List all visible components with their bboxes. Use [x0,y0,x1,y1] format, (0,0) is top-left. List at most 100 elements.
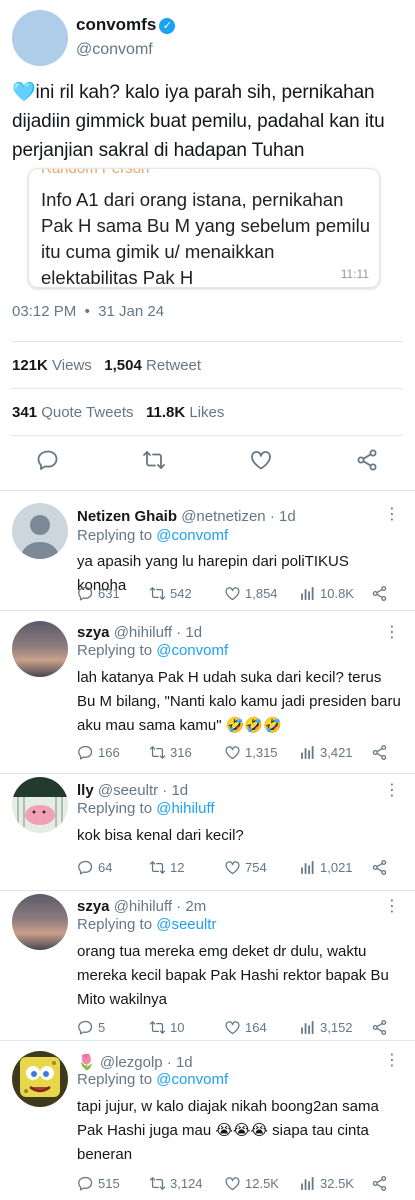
avatar[interactable] [12,621,68,677]
avatar[interactable] [12,1051,68,1107]
replying-to-label: Replying to [77,642,153,659]
reply-button[interactable]: 631 [77,582,120,604]
share-button[interactable] [371,1172,392,1194]
tweet-time: 03:12 PM [12,303,77,320]
quote-label[interactable]: Quote Tweets [41,404,133,421]
more-options-icon[interactable]: ⋮ [384,782,400,800]
reply-button[interactable]: 515 [77,1172,120,1194]
views-button[interactable]: 3,152 [299,1016,353,1038]
reply-tweet[interactable]: Netizen Ghaib @netnetizen · 1d ⋮ Replyin… [0,490,415,610]
reply-separator: · [166,1054,172,1071]
like-button[interactable]: 12.5K [224,1172,279,1194]
more-options-icon[interactable]: ⋮ [384,1052,400,1070]
reply-name[interactable]: szya [77,624,110,641]
avatar[interactable] [12,503,68,559]
replying-to-label: Replying to [77,527,153,544]
reply-name[interactable]: lly [77,782,94,799]
avatar[interactable] [12,777,68,833]
views-icon [301,1020,314,1034]
like-button[interactable]: 754 [224,856,267,878]
retweet-button[interactable]: 10 [149,1016,184,1038]
more-options-icon[interactable]: ⋮ [384,624,400,642]
more-options-icon[interactable]: ⋮ [384,506,400,524]
reply-action-bar: 631 542 1,854 10.8K [77,582,407,604]
retweet-count: 542 [170,585,192,601]
replying-to-link[interactable]: @seeultr [156,916,216,933]
like-button[interactable]: 1,315 [224,741,278,763]
reply-separator: · [176,624,182,641]
retweet-label[interactable]: Retweet [146,357,201,374]
quoted-chat-image[interactable]: Random Person Info A1 dari orang istana,… [28,168,380,288]
like-button[interactable]: 1,854 [224,582,278,604]
replying-to-link[interactable]: @convomf [156,1071,228,1088]
views-button[interactable]: 1,021 [299,856,353,878]
reply-handle[interactable]: @netnetizen [181,508,265,525]
retweet-count: 316 [170,744,192,760]
share-icon[interactable] [352,445,382,475]
retweet-button[interactable]: 12 [149,856,184,878]
views-button[interactable]: 10.8K [299,582,354,604]
avatar[interactable] [12,894,68,950]
reply-count: 631 [98,585,120,601]
reply-header: lly @seeultr · 1d [77,782,188,799]
reply-handle[interactable]: @seeultr [98,782,158,799]
share-button[interactable] [371,856,392,878]
likes-label[interactable]: Likes [189,404,224,421]
like-icon [225,1020,240,1034]
share-button[interactable] [371,1016,392,1038]
share-button[interactable] [371,582,392,604]
reply-icon[interactable] [33,445,63,475]
reply-count: 166 [98,744,120,760]
reply-name[interactable]: Netizen Ghaib [77,508,177,525]
reply-tweet[interactable]: szya @hihiluff · 2m ⋮ Replying to @seeul… [0,890,415,1040]
more-options-icon[interactable]: ⋮ [384,898,400,916]
reply-tweet[interactable]: 🌷 @lezgolp · 1d ⋮ Replying to @convomf t… [0,1040,415,1200]
retweet-button[interactable]: 316 [149,741,192,763]
avatar[interactable] [12,10,68,66]
reply-name[interactable]: 🌷 [77,1054,96,1071]
reply-button[interactable]: 166 [77,741,120,763]
share-icon [372,1019,387,1035]
reply-button[interactable]: 5 [77,1016,105,1038]
retweet-icon [149,1176,166,1190]
retweet-button[interactable]: 542 [149,582,192,604]
like-count: 164 [245,1019,267,1035]
retweet-icon [149,860,166,874]
reply-action-bar: 64 12 754 1,021 [77,856,407,878]
retweet-button[interactable]: 3,124 [149,1172,203,1194]
share-button[interactable] [371,741,392,763]
tweet-timestamp: 03:12 PM • 31 Jan 24 [12,303,164,320]
retweet-count: 10 [170,1019,185,1035]
reply-handle[interactable]: @hihiluff [114,624,172,641]
reply-age: 1d [175,1054,193,1071]
likes-count[interactable]: 11.8K [146,404,185,421]
replying-to: Replying to @convomf [77,642,228,659]
quote-count[interactable]: 341 [12,404,37,421]
views-button[interactable]: 3,421 [299,741,353,763]
display-name[interactable]: convomfs ✓ [76,15,176,35]
views-icon [301,745,314,759]
reply-name[interactable]: szya [77,898,110,915]
reply-handle[interactable]: @lezgolp [100,1054,163,1071]
reply-text: kok bisa kenal dari kecil? [77,827,244,844]
share-icon [372,1175,387,1191]
reply-handle[interactable]: @hihiluff [114,898,172,915]
reply-header: szya @hihiluff · 1d [77,624,202,641]
retweet-count[interactable]: 1,504 [104,357,142,374]
reply-count: 515 [98,1175,120,1191]
reply-tweet[interactable]: lly @seeultr · 1d ⋮ Replying to @hihiluf… [0,773,415,890]
reply-button[interactable]: 64 [77,856,112,878]
reply-text: lah katanya Pak H udah suka dari kecil? … [77,669,401,734]
replying-to-link[interactable]: @convomf [156,642,228,659]
reply-tweet[interactable]: szya @hihiluff · 1d ⋮ Replying to @convo… [0,610,415,773]
replying-to-link[interactable]: @hihiluff [156,800,214,817]
divider [12,435,403,436]
replying-to-label: Replying to [77,916,153,933]
views-retweet-stats: 121K Views 1,504 Retweet [12,357,201,374]
replying-to-link[interactable]: @convomf [156,527,228,544]
like-icon[interactable] [246,445,276,475]
handle[interactable]: @convomf [76,41,153,59]
views-button[interactable]: 32.5K [299,1172,354,1194]
retweet-icon[interactable] [139,445,169,475]
like-button[interactable]: 164 [224,1016,267,1038]
